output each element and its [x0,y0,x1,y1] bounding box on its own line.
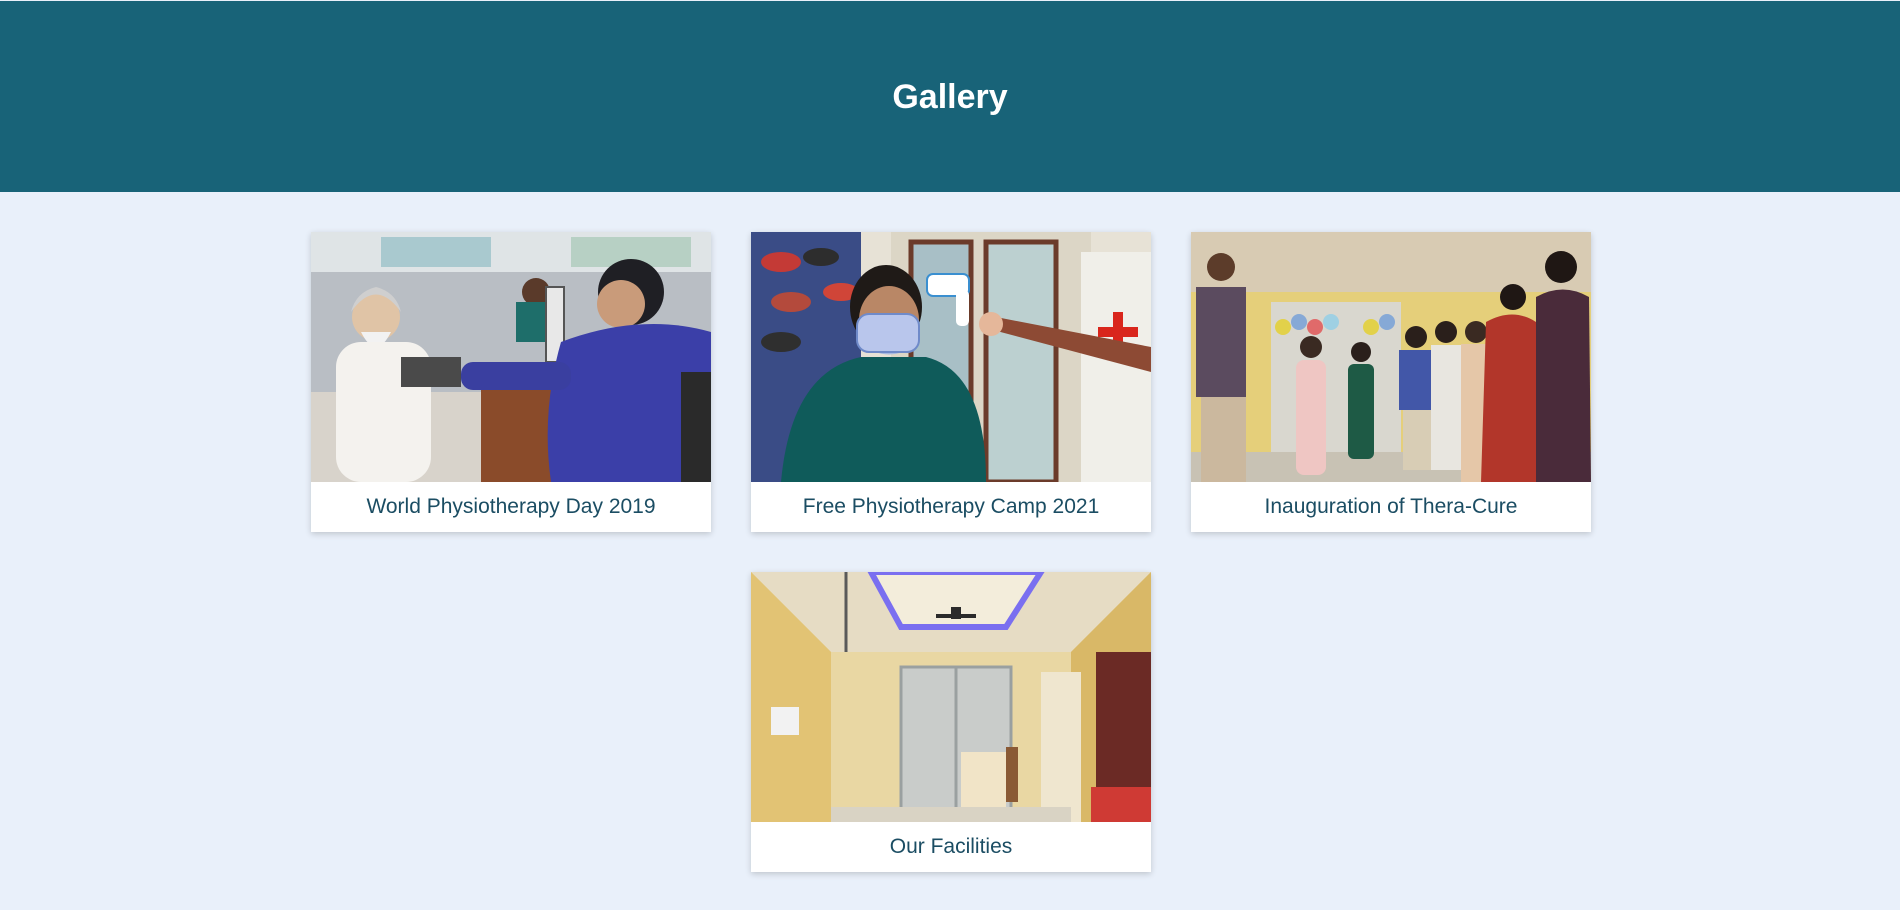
gallery-card-our-facilities[interactable]: Our Facilities [751,572,1151,872]
gallery-caption[interactable]: Our Facilities [751,822,1151,872]
gallery-photo-temperature-check [751,232,1151,482]
gallery-header: Gallery [0,0,1900,192]
gallery-photo-clinic-checkup [311,232,711,482]
gallery-photo-clinic-interior [751,572,1151,822]
page-title: Gallery [892,78,1008,116]
gallery-photo-inauguration-group [1191,232,1591,482]
gallery-caption[interactable]: Free Physiotherapy Camp 2021 [751,482,1151,532]
gallery-card-world-physiotherapy-day[interactable]: World Physiotherapy Day 2019 [311,232,711,532]
gallery-caption[interactable]: Inauguration of Thera-Cure [1191,482,1591,532]
gallery-card-free-physiotherapy-camp[interactable]: Free Physiotherapy Camp 2021 [751,232,1151,532]
gallery-caption[interactable]: World Physiotherapy Day 2019 [311,482,711,532]
gallery-card-inauguration[interactable]: Inauguration of Thera-Cure [1191,232,1591,532]
